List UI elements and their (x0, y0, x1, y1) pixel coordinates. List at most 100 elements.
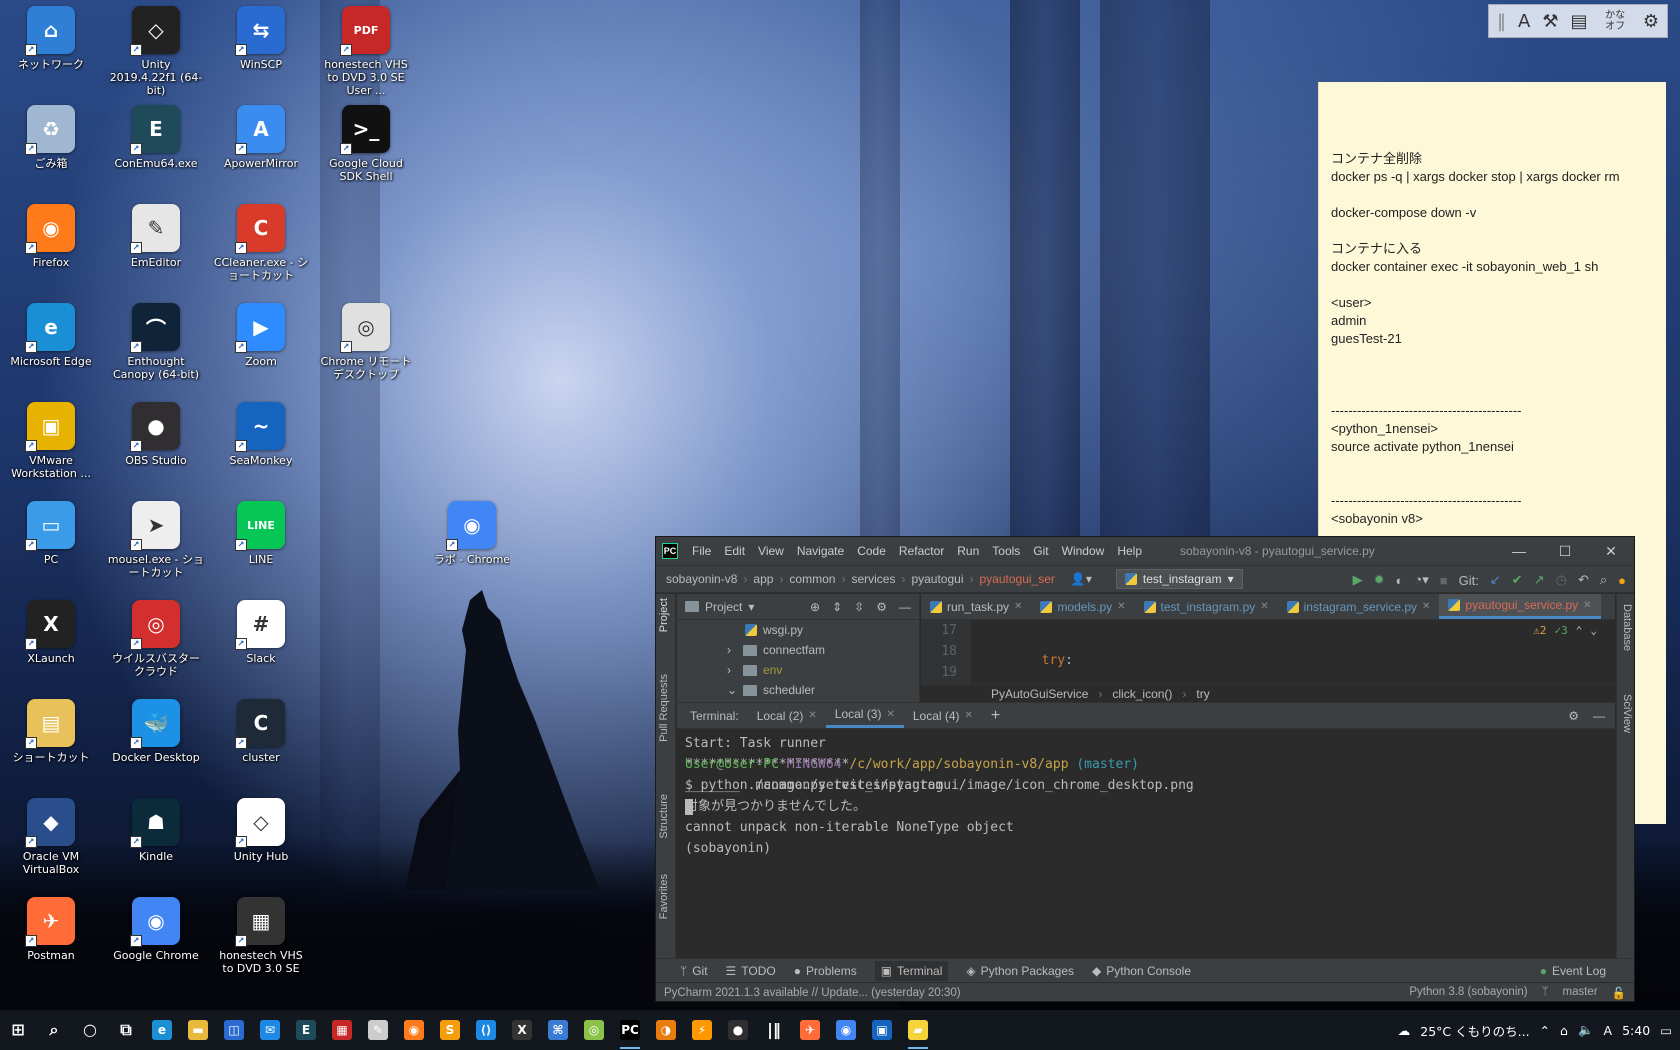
breadcrumb-item[interactable]: sobayonin-v8 (666, 572, 737, 586)
desktop-icon[interactable]: E ↗ ConEmu64.exe (107, 105, 205, 170)
desktop-icon[interactable]: ▦ ↗ honestech VHS to DVD 3.0 SE (212, 897, 310, 975)
search-icon[interactable]: ⌕ (1600, 572, 1607, 588)
close-icon[interactable]: ✕ (1588, 537, 1634, 565)
editor-tab[interactable]: models.py ✕ (1031, 594, 1134, 619)
desktop-icon[interactable]: e ↗ Microsoft Edge (2, 303, 100, 368)
hide-icon[interactable]: — (1593, 709, 1605, 723)
network-icon[interactable]: ⌂ (1560, 1023, 1568, 1038)
tree-item[interactable]: › connectfam (677, 640, 919, 660)
menu-help[interactable]: Help (1117, 544, 1142, 558)
tool-tab-todo[interactable]: ☰ TODO (726, 964, 776, 978)
desktop-icon[interactable]: ⇆ ↗ WinSCP (212, 6, 310, 71)
desktop-icon[interactable]: ▣ ↗ VMware Workstation ... (2, 402, 100, 480)
desktop-icon[interactable]: PDF ↗ honestech VHS to DVD 3.0 SE User ... (317, 6, 415, 97)
terminal-tab[interactable]: Local (3) ✕ (825, 703, 904, 728)
menu-run[interactable]: Run (957, 544, 979, 558)
taskbar-sublime[interactable]: S (432, 1010, 468, 1050)
sticky-note-body[interactable]: コンテナ全削除 docker ps -q | xargs docker stop … (1331, 132, 1654, 528)
status-message[interactable]: PyCharm 2021.1.3 available // Update... … (664, 987, 961, 999)
menu-edit[interactable]: Edit (724, 544, 745, 558)
desktop-icon[interactable]: ● ↗ OBS Studio (107, 402, 205, 467)
project-view-select[interactable]: Project (705, 600, 742, 614)
history-icon[interactable]: ◷ (1556, 572, 1567, 588)
tab-database[interactable]: Database (1621, 604, 1633, 651)
menu-git[interactable]: Git (1033, 544, 1048, 558)
close-tab-icon[interactable]: ✕ (965, 710, 973, 721)
desktop-icon[interactable]: X ↗ XLaunch (2, 600, 100, 665)
taskbar-xlaunch[interactable]: X (504, 1010, 540, 1050)
ime-settings-icon[interactable]: ⚙ (1643, 11, 1659, 32)
tree-item[interactable]: › env (677, 660, 919, 680)
chevron-down-icon[interactable]: ⌄ (1590, 624, 1597, 637)
taskbar-chrome-remote[interactable]: ◎ (576, 1010, 612, 1050)
breadcrumb-item[interactable]: services (851, 572, 895, 586)
tool-tab-terminal[interactable]: ▣ Terminal (874, 960, 949, 981)
ime-tool-icon[interactable]: ⚒ (1542, 11, 1558, 32)
editor-tab[interactable]: pyautogui_service.py ✕ (1439, 594, 1601, 619)
terminal-tab[interactable]: Local (4) ✕ (904, 703, 982, 728)
maximize-icon[interactable]: ☐ (1542, 537, 1588, 565)
desktop-icon[interactable]: C ↗ CCleaner.exe - ショートカット (212, 204, 310, 282)
desktop-icon[interactable]: ◇ ↗ Unity Hub (212, 798, 310, 863)
desktop-icon[interactable]: ▤ ↗ ショートカット (2, 699, 100, 764)
desktop-icon[interactable]: # ↗ Slack (212, 600, 310, 665)
tool-tab-python-console[interactable]: ◆ Python Console (1092, 964, 1191, 978)
weather-icon[interactable]: ☁ (1398, 1023, 1411, 1038)
ime-indicator[interactable]: A (1604, 1023, 1613, 1038)
event-log-button[interactable]: ● Event Log (1540, 964, 1634, 978)
close-tab-icon[interactable]: ✕ (1422, 601, 1430, 612)
run-config-select[interactable]: test_instagram ▾ (1115, 569, 1243, 589)
menu-file[interactable]: File (692, 544, 711, 558)
menu-view[interactable]: View (758, 544, 784, 558)
desktop-icon[interactable]: ◆ ↗ Oracle VM VirtualBox (2, 798, 100, 876)
taskbar-blender[interactable]: ◑ (648, 1010, 684, 1050)
user-icon[interactable]: 👤▾ (1071, 572, 1092, 586)
close-tab-icon[interactable]: ✕ (808, 710, 816, 721)
menu-refactor[interactable]: Refactor (899, 544, 944, 558)
desktop-icon[interactable]: ☗ ↗ Kindle (107, 798, 205, 863)
taskbar-start[interactable]: ⊞ (0, 1010, 36, 1050)
close-tab-icon[interactable]: ✕ (1014, 601, 1022, 612)
tool-tab-python-packages[interactable]: ◈ Python Packages (966, 964, 1074, 978)
taskbar-edge[interactable]: e (144, 1010, 180, 1050)
taskbar-conemu[interactable]: E (288, 1010, 324, 1050)
terminal-tab[interactable]: Local (2) ✕ (748, 703, 826, 728)
git-push-icon[interactable]: ↗ (1534, 572, 1545, 588)
weather-text[interactable]: 25°C くもりのち... (1420, 1021, 1529, 1040)
code-editor[interactable]: 17 18 19 try: print('_______', image_pat… (921, 620, 1615, 770)
desktop-icon[interactable]: ♻ ↗ ごみ箱 (2, 105, 100, 170)
editor-tab[interactable]: instagram_service.py ✕ (1278, 594, 1440, 619)
ime-pad-icon[interactable]: ▤ (1570, 11, 1587, 32)
tree-item[interactable]: wsgi.py (677, 620, 919, 640)
desktop-icon[interactable]: LINE ↗ LINE (212, 501, 310, 566)
git-commit-icon[interactable]: ✔ (1512, 572, 1523, 588)
taskbar-sticky-notes[interactable]: ▰ (900, 1010, 936, 1050)
breadcrumb-item[interactable]: app (753, 572, 773, 586)
collapse-all-icon[interactable]: ⇳ (854, 600, 864, 614)
tab-favorites[interactable]: Favorites (658, 874, 670, 919)
lock-icon[interactable]: 🔓 (1612, 986, 1626, 1000)
taskbar-mail[interactable]: ✉ (252, 1010, 288, 1050)
desktop-icon[interactable]: >_ ↗ Google Cloud SDK Shell (317, 105, 415, 183)
taskbar-app-orange[interactable]: ⚡ (684, 1010, 720, 1050)
menu-navigate[interactable]: Navigate (797, 544, 844, 558)
debug-icon[interactable]: ✹ (1374, 572, 1385, 588)
terminal-panel[interactable]: Terminal: Local (2) ✕ Local (3) ✕ Local (4) ✕… (677, 702, 1615, 964)
menu-code[interactable]: Code (857, 544, 886, 558)
breadcrumb-item[interactable]: common (789, 572, 835, 586)
gear-icon[interactable]: ⚙ (1568, 709, 1579, 723)
desktop-icon[interactable]: ◎ ↗ Chrome リモート デスクトップ (317, 303, 415, 381)
desktop-icon[interactable]: ➤ ↗ mouseI.exe - ショートカット (107, 501, 205, 579)
gear-icon[interactable]: ⚙ (876, 600, 887, 614)
taskbar-vscode[interactable]: ⟨⟩ (468, 1010, 504, 1050)
tab-pull-requests[interactable]: Pull Requests (658, 674, 670, 742)
desktop-icon[interactable]: ▭ ↗ PC (2, 501, 100, 566)
desktop-icon[interactable]: ◇ ↗ Unity 2019.4.22f1 (64-bit) (107, 6, 205, 97)
add-terminal-icon[interactable]: + (982, 703, 1009, 728)
desktop-icon[interactable]: ⌒ ↗ Enthought Canopy (64-bit) (107, 303, 205, 381)
taskbar-obs[interactable]: ● (720, 1010, 756, 1050)
desktop-icon[interactable]: ✎ ↗ EmEditor (107, 204, 205, 269)
taskbar-firefox[interactable]: ◉ (396, 1010, 432, 1050)
close-tab-icon[interactable]: ✕ (1583, 600, 1591, 611)
hide-icon[interactable]: — (899, 600, 911, 614)
